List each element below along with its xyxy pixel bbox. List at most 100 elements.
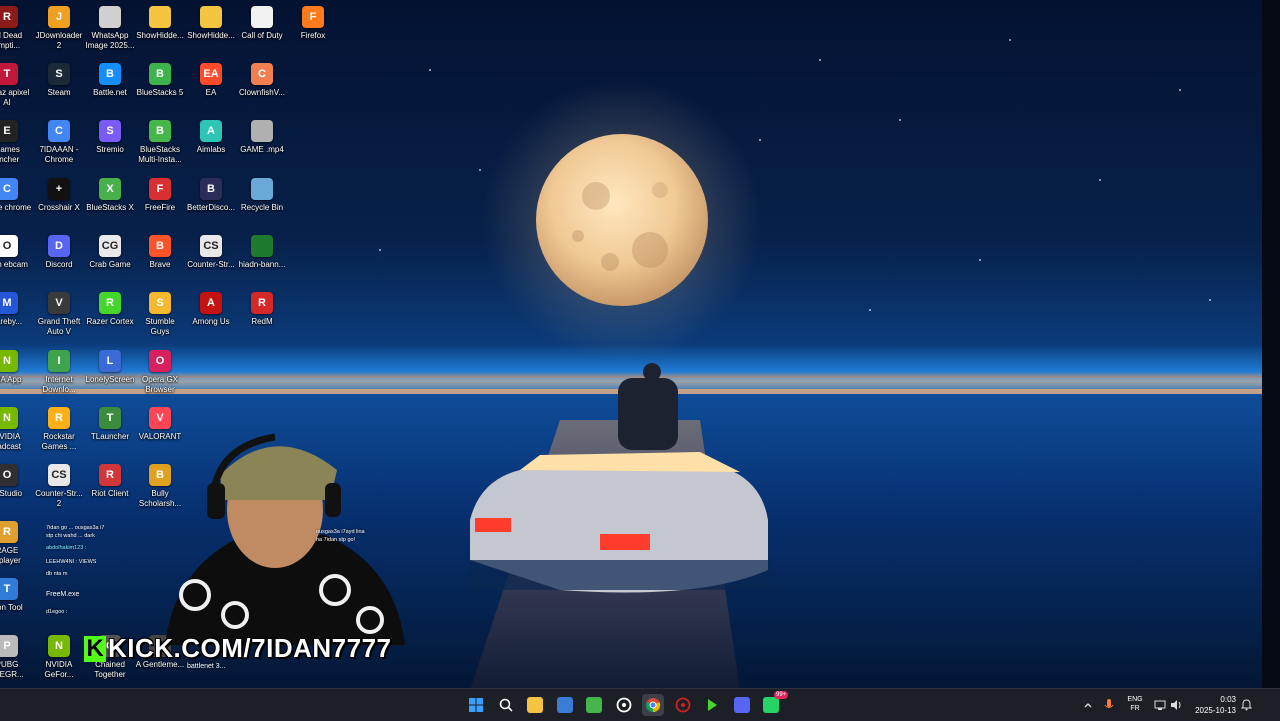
taskbar-obs[interactable] [613,694,635,716]
chrome-icon: C [48,120,70,142]
desktop-icon[interactable]: D Discord [34,235,84,270]
among-us-icon: A [200,292,222,314]
redm-icon: R [251,292,273,314]
desktop-icon[interactable]: X BlueStacks X [85,178,135,213]
clock[interactable]: 0:03 2025-10-13 [1195,694,1236,716]
desktop-icon-label: JDownloader 2 [35,31,83,50]
desktop-icon[interactable]: B BlueStacks Multi-Insta... [135,120,185,165]
desktop-icon-label: PUBG TLEGR... [0,660,24,679]
desktop-icon[interactable]: S Steam [34,63,84,98]
desktop-icon-label: Stumble Guys [145,317,175,336]
taskbar-media[interactable] [701,694,723,716]
betterdiscord-icon: B [200,178,222,200]
desktop-icon[interactable]: N DIA App [0,350,32,385]
desktop-icon[interactable]: F FreeFire [135,178,185,213]
desktop-icon[interactable]: S Stremio [85,120,135,155]
epic-games-icon: E [0,120,18,142]
desktop-icon[interactable]: C 7IDAAAN - Chrome [34,120,84,165]
desktop-icon[interactable]: Tsion Tool [0,578,32,613]
discord-icon: D [48,235,70,257]
desktop-icon[interactable]: B Battle.net [85,63,135,98]
volume-icon[interactable] [1168,689,1184,721]
store-icon [556,697,573,713]
desktop-icon[interactable]: C ClownfishV... [237,63,287,98]
desktop-icon[interactable]: T Topaz apixel AI [0,63,32,108]
desktop-icon-label: Opera GX Browser [141,375,178,394]
start-button[interactable] [465,694,487,716]
desktop-icon-label: Brave [149,260,171,269]
taskbar-chrome[interactable] [642,694,664,716]
microphone-icon[interactable] [1100,689,1118,721]
desktop-icon[interactable]: V Grand Theft Auto V [34,292,84,337]
document-icon [251,6,273,28]
desktop-icon[interactable]: J JDownloader 2 [34,6,84,51]
desktop-icon[interactable]: EA EA [186,63,236,98]
desktop-icon[interactable]: S Stumble Guys [135,292,185,337]
desktop-icon[interactable]: R Razer Cortex [85,292,135,327]
desktop-icon[interactable]: Coogle chrome [0,178,32,213]
desktop-icon-label: ad Dead empti... [0,31,23,50]
desktop-icon[interactable]: GAME .mp4 [237,120,287,155]
network-icon[interactable] [1152,689,1168,721]
desktop-icon[interactable]: B BlueStacks 5 [135,63,185,98]
desktop-icon-label: Steam [47,88,71,97]
desktop-icon[interactable]: O S Studio [0,464,32,499]
chat-line: ha 7idan stp go! [316,537,356,543]
desktop-icon-label: Internet Downlo... [42,375,76,394]
desktop-icon[interactable]: ShowHidde... [186,6,236,41]
stream-overlay: 7idan go ... ousgas3a i7 stp chi wahd ..… [40,415,420,688]
chat-line: ousgas3a i7ayd lina [316,529,365,535]
lonelyscreen-icon: L [99,350,121,372]
nvidia-broadcast-icon: N [0,407,18,429]
search-button[interactable] [495,694,517,716]
desktop-icon-label: BetterDisco... [186,203,235,212]
desktop-icon[interactable]: WhatsApp Image 2025... [85,6,135,51]
desktop-icon-label: FreeFire [144,203,176,212]
taskbar-store[interactable] [554,694,576,716]
taskbar-crosshair[interactable] [672,694,694,716]
desktop-icon[interactable]: L LonelyScreen [85,350,135,385]
desktop-icon[interactable]: E Games uncher [0,120,32,165]
desktop-icon-label: hiadn-bann... [238,260,286,269]
taskbar-discord[interactable] [731,694,753,716]
desktop-icon[interactable]: F Firefox [288,6,338,41]
desktop-icon[interactable]: Mvareby... [0,292,32,327]
desktop-icon[interactable]: A Among Us [186,292,236,327]
desktop-icon[interactable]: R RedM [237,292,287,327]
desktop-icon-label: Grand Theft Auto V [37,317,81,336]
chat-line: 7idan go ... ousgas3a i7 [46,525,105,531]
desktop-icon-label: Call of Duty [241,31,283,40]
desktop-icon[interactable]: I Internet Downlo... [34,350,84,395]
desktop-icon[interactable]: B BetterDisco... [186,178,236,213]
desktop-icon[interactable]: CG Crab Game [85,235,135,270]
desktop-icon[interactable]: R RAGE ltiplayer [0,521,32,566]
tool-icon: T [0,578,18,600]
bluestacks-icon: B [149,63,171,85]
desktop-icon-label: oogle chrome [0,203,32,212]
desktop-icon[interactable]: + Crosshair X [34,178,84,213]
show-hidden-icons-chevron-icon[interactable] [1080,689,1096,721]
chat-line: d1egoo : [46,609,68,615]
desktop-icon[interactable]: Recycle Bin [237,178,287,213]
desktop-icon[interactable]: O Iriun ebcam [0,235,32,270]
desktop-icon[interactable]: A Aimlabs [186,120,236,155]
desktop-icon[interactable]: Rad Dead empti... [0,6,32,51]
taskbar-file-explorer[interactable] [524,694,546,716]
desktop-icon[interactable]: hiadn-bann... [237,235,287,270]
taskbar-whatsapp[interactable]: 99+ [760,691,789,716]
desktop-icon[interactable]: ShowHidde... [135,6,185,41]
desktop-icon[interactable]: O Opera GX Browser [135,350,185,395]
taskbar-bluestacks[interactable] [583,694,605,716]
notification-bell-icon[interactable] [1238,689,1254,721]
desktop-icon[interactable]: CS Counter-Str... [186,235,236,270]
desktop-icon[interactable]: Call of Duty [237,6,287,41]
folder-icon [200,6,222,28]
desktop-icon[interactable]: B Brave [135,235,185,270]
desktop-icon[interactable]: N NVIDIA oadcast [0,407,32,452]
clock-date: 2025-10-13 [1195,706,1236,715]
desktop-icon-label: vareby... [0,317,23,326]
chat-line: db nta m [46,571,68,577]
desktop-icon[interactable]: P PUBG TLEGR... [0,635,32,680]
language-indicator[interactable]: ENG FR [1124,695,1146,713]
language-secondary: FR [1130,705,1140,712]
